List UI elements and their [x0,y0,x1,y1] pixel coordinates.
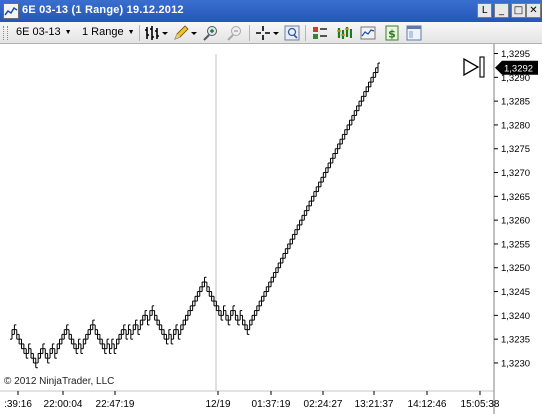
chart-toolbar: 6E 03-13 ▼ 1 Range ▼ $ [0,22,542,44]
price-axis: 1,32951,32901,32851,32801,32751,32701,32… [494,49,530,369]
chart-properties-icon[interactable] [360,25,376,41]
price-tick-label: 1,3250 [501,263,530,274]
last-price-label: 1,3292 [504,63,533,74]
svg-text:$: $ [388,28,396,41]
title-bar[interactable]: 6E 03-13 (1 Range) 19.12.2012 L _ □ ✕ [0,0,542,22]
time-tick-label: 12/19 [205,399,230,410]
price-tick-label: 1,3255 [501,239,530,250]
zoom-out-icon[interactable] [226,25,242,41]
time-tick-label: :39:16 [4,399,32,410]
close-button[interactable]: ✕ [526,3,541,18]
chevron-down-icon[interactable] [162,32,168,35]
drawing-tool-pencil-icon[interactable] [173,25,189,41]
price-tick-label: 1,3260 [501,216,530,227]
time-tick-label: 22:47:19 [96,399,135,410]
last-price-marker: 1,3292 [495,60,538,75]
scroll-to-end-icon[interactable] [463,56,485,78]
copyright-text: © 2012 NinjaTrader, LLC [4,376,115,387]
price-tick-label: 1,3235 [501,335,530,346]
toolbar-grip[interactable] [3,26,8,40]
link-button[interactable]: L [477,3,492,18]
time-tick-label: 13:21:37 [355,399,394,410]
time-tick-label: 02:24:27 [304,399,343,410]
price-tick-label: 1,3240 [501,311,530,322]
indicators-icon[interactable] [312,25,328,41]
time-tick-label: 14:12:46 [408,399,447,410]
crosshair-icon[interactable] [255,25,271,41]
time-tick-label: 01:37:19 [252,399,291,410]
price-tick-label: 1,3285 [501,97,530,108]
chevron-down-icon[interactable] [273,32,279,35]
chart-trader-dollar-icon[interactable]: $ [384,25,400,41]
time-tick-label: 22:00:04 [44,399,83,410]
period-label: 1 Range [82,26,124,38]
toolbar-separator [249,25,250,41]
period-selector[interactable]: 1 Range ▼ [82,26,135,38]
window-layout-icon[interactable] [406,25,422,41]
price-tick-label: 1,3265 [501,192,530,203]
range-bars [10,62,380,369]
data-box-icon[interactable] [284,25,300,41]
price-tick-label: 1,3275 [501,144,530,155]
chevron-down-icon[interactable] [191,32,197,35]
chevron-down-icon: ▼ [127,28,135,36]
strategies-icon[interactable] [336,25,352,41]
minimize-button[interactable]: _ [494,3,509,18]
maximize-button[interactable]: □ [511,3,526,18]
app-icon [3,3,19,19]
price-tick-label: 1,3230 [501,358,530,369]
time-axis: :39:16 22:00:04 22:47:19 12/19 01:37:19 02:24… [4,391,500,410]
price-tick-label: 1,3270 [501,168,530,179]
price-tick-label: 1,3295 [501,49,530,60]
instrument-label: 6E 03-13 [16,26,61,38]
price-tick-label: 1,3280 [501,120,530,131]
instrument-selector[interactable]: 6E 03-13 ▼ [16,26,72,38]
chevron-down-icon: ▼ [64,28,72,36]
time-tick-label: 15:05:38 [461,399,500,410]
toolbar-separator [139,25,140,41]
bar-style-icon[interactable] [144,25,160,41]
toolbar-separator [305,25,306,41]
zoom-in-icon[interactable] [202,25,218,41]
price-tick-label: 1,3245 [501,287,530,298]
price-chart[interactable]: 1,32951,32901,32851,32801,32751,32701,32… [0,44,542,414]
window-title: 6E 03-13 (1 Range) 19.12.2012 [22,4,184,16]
